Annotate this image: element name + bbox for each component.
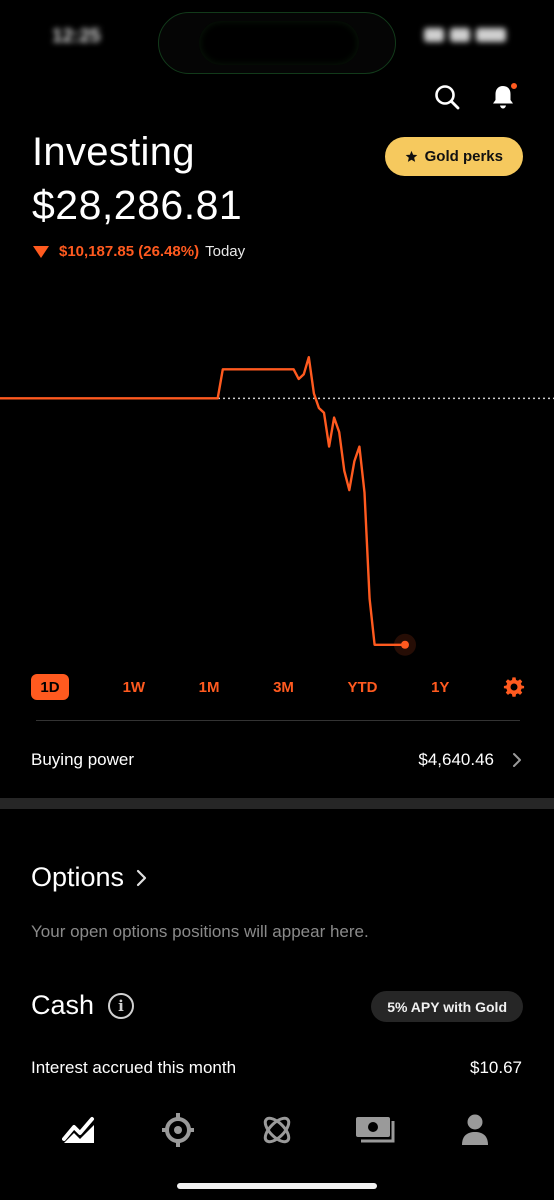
gear-icon[interactable] — [503, 674, 525, 700]
account-person-icon — [461, 1114, 488, 1145]
tab-options[interactable] — [253, 1106, 301, 1154]
tab-crypto[interactable] — [154, 1106, 202, 1154]
range-1y[interactable]: 1Y — [431, 674, 449, 700]
bell-icon[interactable] — [488, 81, 519, 112]
range-3m[interactable]: 3M — [273, 674, 294, 700]
daily-change: $10,187.85 (26.48%) Today — [33, 243, 245, 260]
info-icon[interactable]: i — [108, 992, 135, 1019]
section-separator — [0, 798, 554, 809]
range-1d[interactable]: 1D — [31, 674, 69, 700]
signal-icon — [424, 28, 444, 42]
cash-header: Cash i — [31, 990, 135, 1021]
chevron-right-icon — [136, 869, 147, 886]
status-bar: 12:25 — [0, 0, 554, 80]
tab-bar — [0, 1100, 554, 1160]
gold-perks-button[interactable]: Gold perks — [384, 137, 523, 176]
options-header[interactable]: Options — [31, 862, 147, 893]
interest-row: Interest accrued this month $10.67 — [31, 1058, 522, 1078]
star-icon — [405, 150, 417, 162]
options-atom-icon — [263, 1116, 291, 1144]
header-actions — [432, 81, 519, 112]
range-ytd[interactable]: YTD — [348, 674, 378, 700]
cash-title: Cash — [31, 990, 95, 1020]
wifi-icon — [450, 28, 470, 42]
range-1w[interactable]: 1W — [123, 674, 146, 700]
portfolio-chart[interactable] — [0, 330, 554, 670]
divider — [36, 720, 520, 721]
tab-cash[interactable] — [352, 1106, 400, 1154]
page-title: Investing — [32, 130, 195, 174]
options-empty-text: Your open options positions will appear … — [31, 922, 369, 941]
buying-power-row[interactable]: Buying power $4,640.46 — [31, 743, 522, 777]
status-indicators — [424, 28, 506, 42]
buying-power-value: $4,640.46 — [418, 750, 494, 769]
dynamic-island — [158, 12, 396, 74]
crypto-icon — [162, 1113, 195, 1147]
chart-line — [0, 356, 405, 646]
gold-perks-label: Gold perks — [424, 148, 503, 165]
tab-account[interactable] — [451, 1106, 499, 1154]
options-title: Options — [31, 862, 125, 892]
buying-power-label: Buying power — [31, 750, 135, 769]
cash-card-icon — [355, 1117, 395, 1143]
battery-icon — [476, 28, 506, 42]
tab-investing[interactable] — [55, 1106, 103, 1154]
range-1m[interactable]: 1M — [199, 674, 220, 700]
investing-chart-icon — [62, 1117, 95, 1143]
change-value: $10,187.85 (26.48%) — [59, 243, 200, 260]
notification-dot — [509, 81, 519, 91]
down-arrow-icon — [33, 245, 49, 258]
status-time: 12:25 — [52, 26, 101, 47]
portfolio-balance: $28,286.81 — [32, 182, 243, 228]
chevron-right-icon — [513, 753, 521, 767]
change-period-label: Today — [205, 243, 246, 260]
interest-value: $10.67 — [470, 1058, 522, 1077]
range-selector: 1D 1W 1M 3M YTD 1Y — [31, 673, 525, 701]
home-indicator — [177, 1183, 377, 1189]
apy-badge[interactable]: 5% APY with Gold — [371, 991, 523, 1022]
chart-end-point — [401, 640, 409, 649]
interest-label: Interest accrued this month — [31, 1058, 237, 1077]
search-icon[interactable] — [432, 82, 462, 112]
